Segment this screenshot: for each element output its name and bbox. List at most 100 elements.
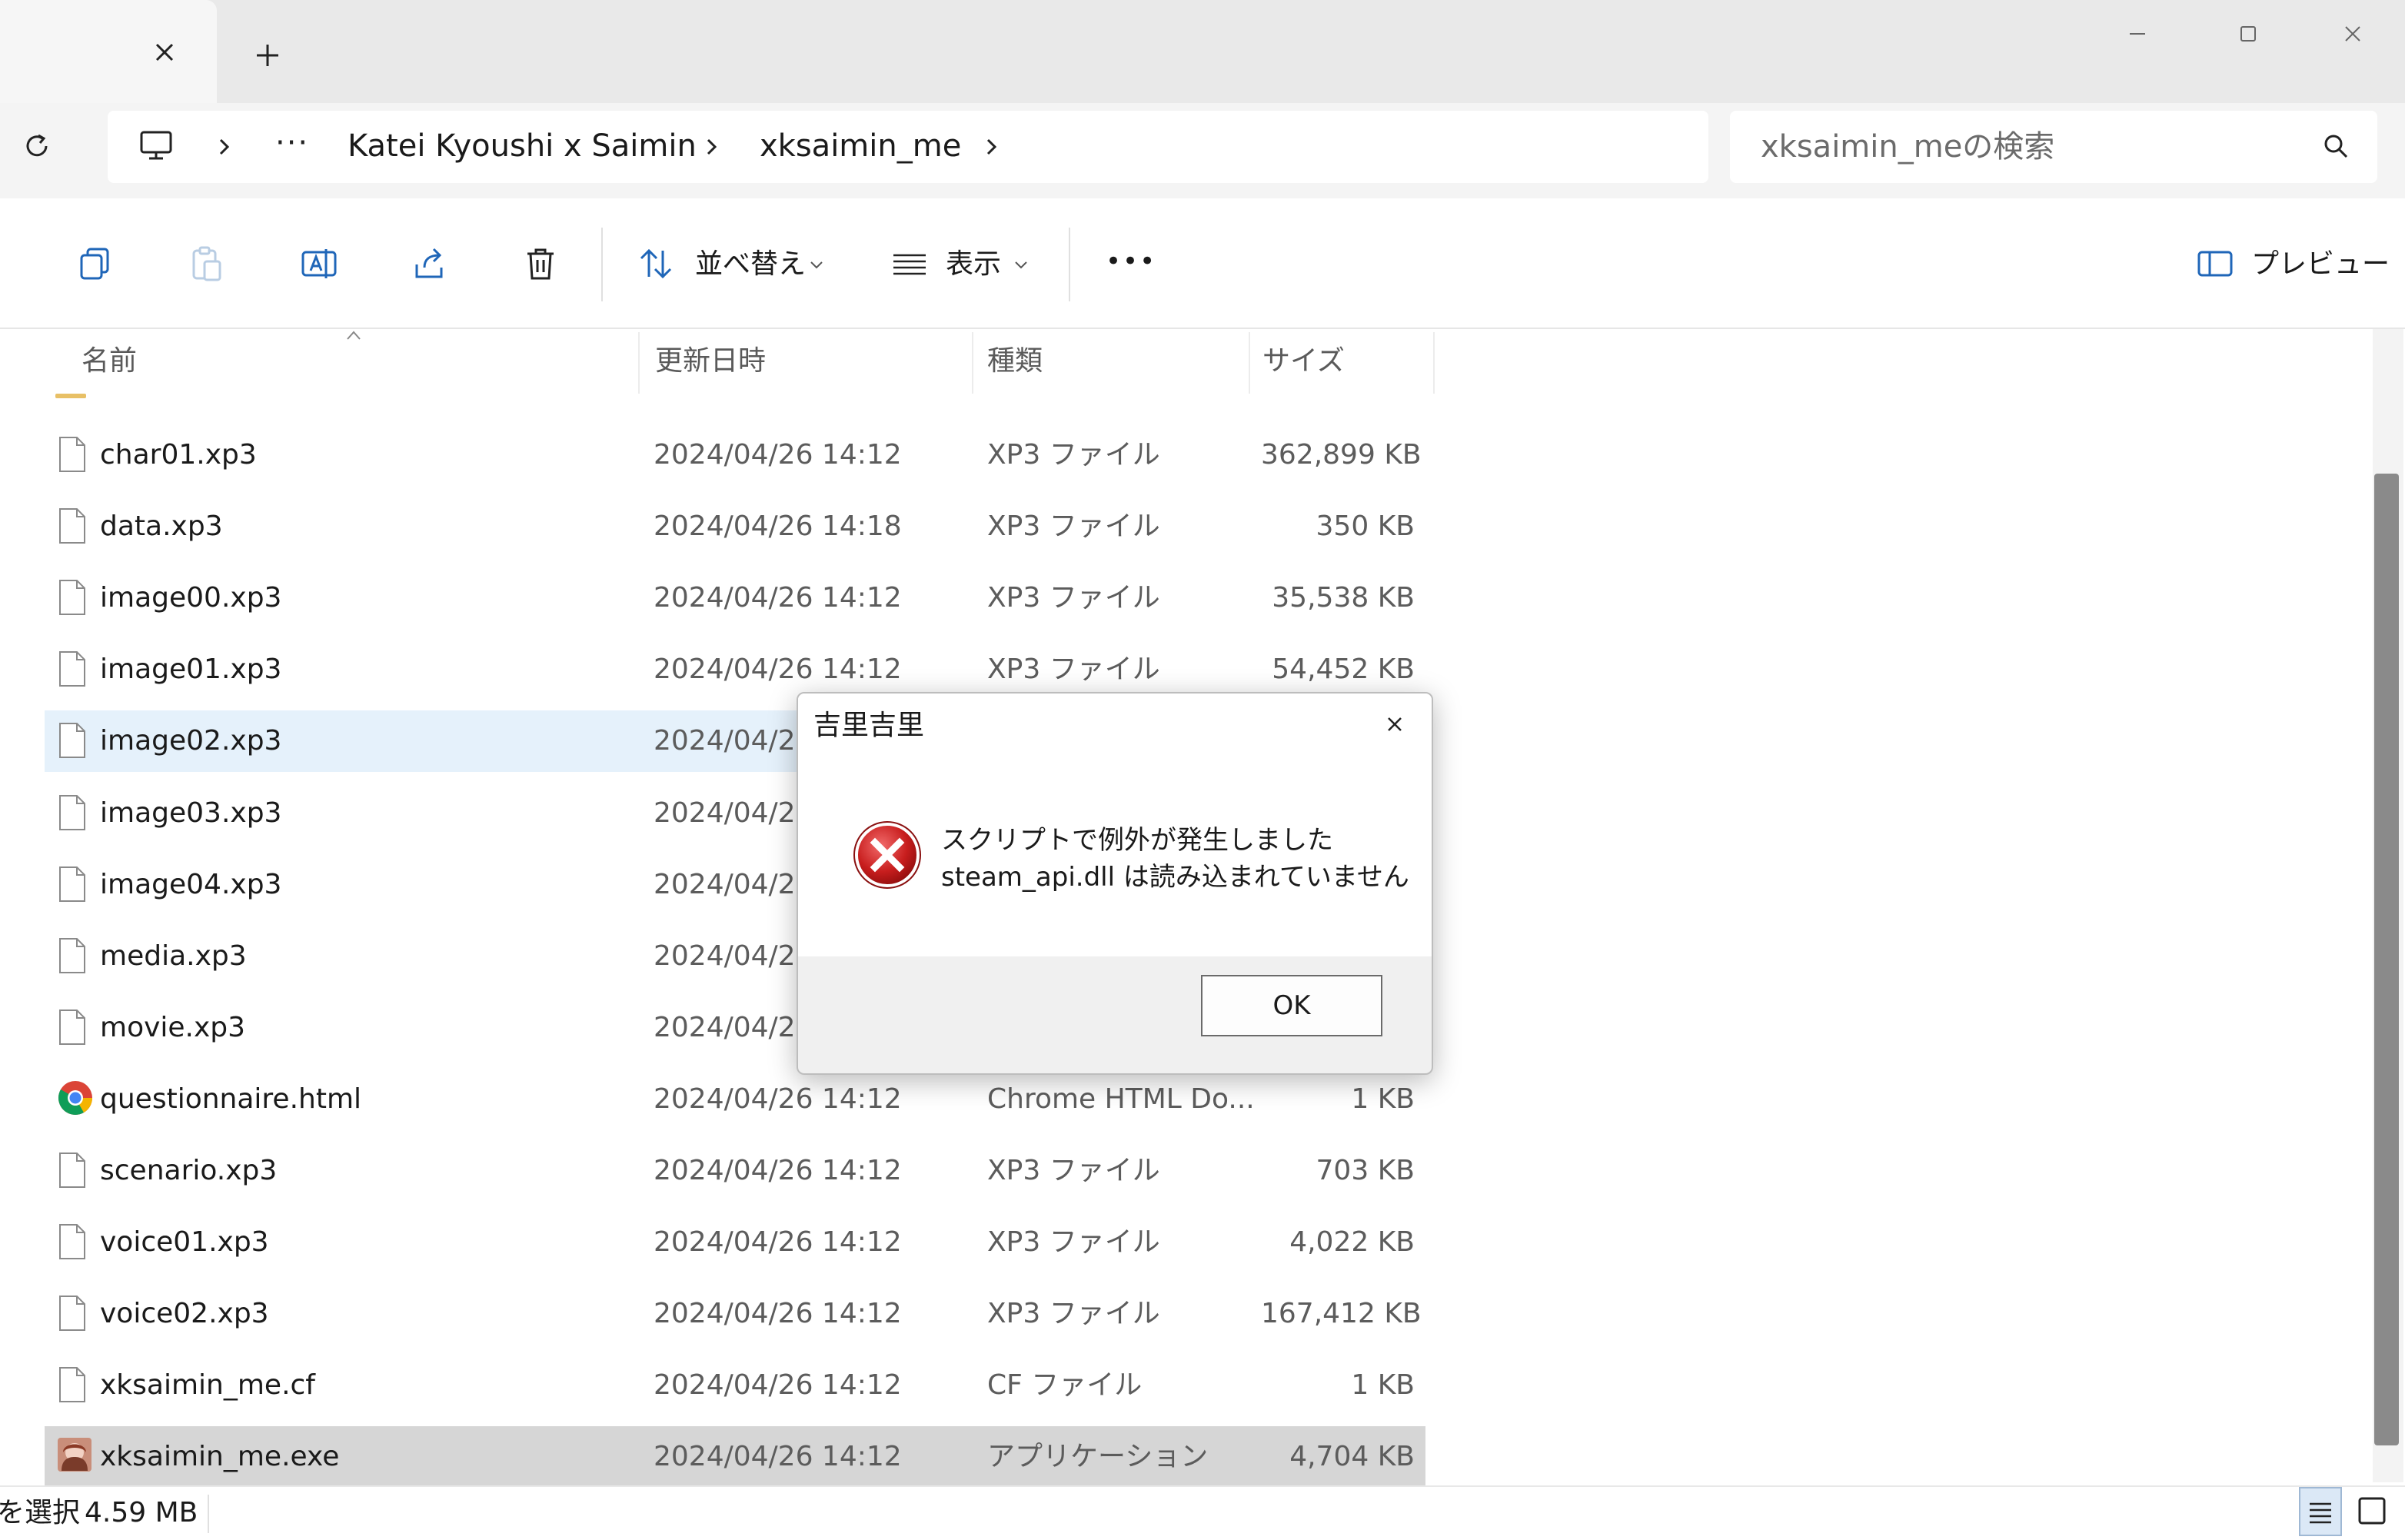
minimize-icon[interactable]	[2122, 18, 2153, 49]
dialog-title: 吉里吉里	[813, 710, 925, 741]
rename-icon[interactable]	[300, 244, 338, 283]
column-header-modified[interactable]: 更新日時	[655, 343, 766, 380]
column-separator[interactable]	[1433, 332, 1435, 394]
file-name: data.xp3	[100, 511, 223, 542]
close-icon[interactable]	[149, 37, 180, 68]
file-size: 703 KB	[1316, 1155, 1415, 1186]
file-icon	[57, 1222, 88, 1261]
file-type: XP3 ファイル	[987, 439, 1160, 471]
file-date: 2024/04/26 14:12	[654, 439, 902, 471]
file-name: movie.xp3	[100, 1012, 246, 1043]
breadcrumb-item[interactable]: Katei Kyoushi x Saimin	[348, 126, 697, 166]
file-name: xksaimin_me.exe	[100, 1441, 340, 1472]
chrome-icon	[57, 1079, 92, 1118]
share-icon[interactable]	[411, 244, 449, 283]
file-icon	[57, 936, 88, 975]
toolbar-separator	[1069, 228, 1070, 301]
details-view-button[interactable]	[2299, 1487, 2342, 1536]
trash-icon[interactable]	[521, 244, 560, 283]
file-icon	[57, 1294, 88, 1332]
file-date: 2024/04/26 14:12	[654, 1441, 902, 1472]
chevron-down-icon[interactable]	[1013, 260, 1029, 271]
copy-icon[interactable]	[77, 244, 115, 283]
file-date: 2024/04/26	[654, 725, 813, 757]
chevron-right-icon[interactable]	[703, 134, 721, 160]
file-type: XP3 ファイル	[987, 1298, 1160, 1329]
column-separator[interactable]	[972, 332, 973, 394]
file-name: image00.xp3	[100, 582, 282, 614]
toolbar-separator	[601, 228, 603, 301]
file-type: アプリケーション	[987, 1441, 1209, 1472]
file-date: 2024/04/26 14:12	[654, 1083, 902, 1115]
app-icon	[57, 1437, 91, 1475]
more-options-button[interactable]: •••	[1106, 243, 1156, 280]
column-separator[interactable]	[638, 332, 640, 394]
maximize-icon[interactable]	[2233, 18, 2264, 49]
large-icons-view-icon[interactable]	[2353, 1492, 2391, 1530]
column-header-name[interactable]: 名前	[81, 343, 137, 380]
column-separator[interactable]	[1249, 332, 1250, 394]
file-name: voice01.xp3	[100, 1226, 269, 1258]
file-name: char01.xp3	[100, 439, 257, 471]
file-size: 4,704 KB	[1289, 1441, 1415, 1472]
file-icon	[57, 650, 88, 688]
dialog-message-line1: スクリプトで例外が発生しました	[941, 825, 1333, 856]
file-icon	[57, 435, 88, 474]
refresh-icon[interactable]	[20, 129, 54, 163]
file-icon	[57, 865, 88, 903]
file-date: 2024/04/26 14:12	[654, 654, 902, 685]
file-icon	[57, 1008, 88, 1046]
file-type: Chrome HTML Do...	[987, 1083, 1255, 1115]
computer-icon[interactable]	[138, 128, 174, 163]
file-name: scenario.xp3	[100, 1155, 278, 1186]
view-icon[interactable]	[890, 244, 929, 283]
file-date: 2024/04/26	[654, 1012, 813, 1043]
breadcrumb-item-current[interactable]: xksaimin_me	[760, 126, 961, 166]
dialog-close-icon[interactable]	[1381, 710, 1409, 738]
file-date: 2024/04/26	[654, 940, 813, 972]
folder-icon	[55, 394, 86, 398]
file-date: 2024/04/26 14:12	[654, 1298, 902, 1329]
chevron-right-icon[interactable]	[983, 134, 1001, 160]
file-size: 54,452 KB	[1272, 654, 1415, 685]
window-close-icon[interactable]	[2337, 18, 2368, 49]
file-name: image02.xp3	[100, 725, 282, 757]
file-date: 2024/04/26 14:18	[654, 511, 902, 542]
view-button[interactable]: 表示	[946, 246, 1001, 283]
error-dialog: 吉里吉里 スクリプトで例外が発生しました steam_api.dll は読み込ま…	[797, 692, 1433, 1075]
file-type: XP3 ファイル	[987, 1226, 1160, 1258]
plus-icon[interactable]	[252, 40, 283, 71]
file-name: image01.xp3	[100, 654, 282, 685]
file-type: CF ファイル	[987, 1369, 1143, 1401]
file-type: XP3 ファイル	[987, 582, 1160, 614]
breadcrumb-overflow[interactable]: ···	[275, 128, 309, 158]
preview-pane-icon[interactable]	[2196, 244, 2234, 283]
sort-icon[interactable]	[637, 244, 675, 283]
column-header-size[interactable]: サイズ	[1262, 343, 1345, 380]
title-bar	[0, 0, 2405, 103]
preview-button[interactable]: プレビュー	[2251, 246, 2390, 283]
sort-button[interactable]: 並べ替え	[695, 246, 806, 283]
details-view-icon	[2310, 1502, 2331, 1524]
file-date: 2024/04/26	[654, 869, 813, 900]
paste-icon[interactable]	[188, 244, 226, 283]
file-name: xksaimin_me.cf	[100, 1369, 315, 1401]
scrollbar-thumb[interactable]	[2374, 474, 2399, 1445]
file-size: 362,899 KB	[1261, 439, 1422, 471]
search-input[interactable]	[1761, 125, 2299, 169]
chevron-right-icon[interactable]	[215, 134, 234, 160]
file-type: XP3 ファイル	[987, 511, 1160, 542]
file-icon	[57, 507, 88, 545]
file-size: 35,538 KB	[1272, 582, 1415, 614]
file-icon	[57, 721, 88, 760]
column-header-type[interactable]: 種類	[987, 343, 1043, 380]
file-date: 2024/04/26 14:12	[654, 1226, 902, 1258]
chevron-down-icon[interactable]	[809, 260, 824, 271]
error-icon	[850, 818, 924, 892]
active-tab[interactable]	[0, 0, 217, 103]
ok-button[interactable]: OK	[1201, 975, 1382, 1036]
file-icon	[57, 793, 88, 832]
search-icon[interactable]	[2320, 131, 2351, 161]
file-type: XP3 ファイル	[987, 654, 1160, 685]
status-separator	[208, 1495, 209, 1533]
